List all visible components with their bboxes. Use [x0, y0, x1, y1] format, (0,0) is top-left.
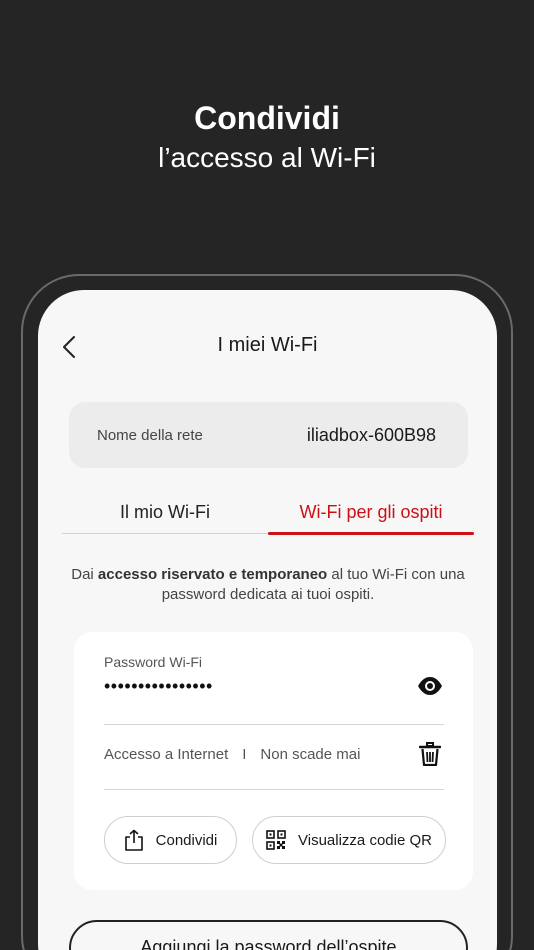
- show-qr-code-button[interactable]: Visualizza codie QR: [252, 816, 446, 864]
- phone-screen: I miei Wi-Fi Nome della rete iliadbox-60…: [38, 290, 497, 950]
- network-name-label: Nome della rete: [97, 426, 203, 444]
- qr-button-label: Visualizza codie QR: [298, 831, 432, 849]
- access-expiry: Non scade mai: [260, 746, 361, 763]
- qr-code-icon: [266, 830, 286, 850]
- network-name-box: Nome della rete iliadbox-600B98: [69, 402, 468, 468]
- card-divider: [104, 789, 444, 790]
- promo-title: Condividi: [194, 100, 340, 136]
- password-value: ••••••••••••••••: [104, 676, 213, 696]
- card-divider: [104, 724, 444, 725]
- tab-guest-wifi[interactable]: Wi-Fi per gli ospiti: [268, 500, 474, 535]
- share-icon: [124, 829, 143, 851]
- add-guest-password-button[interactable]: Aggiungi la password dell’ospite: [69, 920, 468, 950]
- share-button[interactable]: Condividi: [104, 816, 237, 864]
- access-label: Accesso a Internet: [104, 746, 229, 763]
- description-prefix: Dai: [71, 566, 98, 583]
- promo-subtitle: l’accesso al Wi-Fi: [158, 142, 376, 173]
- guest-password-card: Password Wi-Fi •••••••••••••••• Accesso …: [74, 632, 473, 890]
- delete-password-button[interactable]: [418, 742, 443, 768]
- password-label: Password Wi-Fi: [104, 654, 203, 670]
- trash-icon: [418, 742, 442, 767]
- page-title: I miei Wi-Fi: [217, 334, 318, 356]
- internet-access-row: Accesso a Internet I Non scade mai: [104, 746, 360, 763]
- share-button-label: Condividi: [155, 831, 218, 849]
- access-separator: I: [242, 746, 247, 763]
- network-name-value: iliadbox-600B98: [306, 424, 436, 445]
- eye-icon: [418, 677, 442, 695]
- guest-description: Dai accesso riservato e temporaneo al tu…: [68, 565, 468, 605]
- description-bold: accesso riservato e temporaneo: [97, 566, 328, 583]
- wifi-tabs: Il mio Wi-Fi Wi-Fi per gli ospiti: [62, 500, 474, 535]
- show-password-button[interactable]: [417, 676, 443, 696]
- tab-my-wifi[interactable]: Il mio Wi-Fi: [62, 500, 268, 533]
